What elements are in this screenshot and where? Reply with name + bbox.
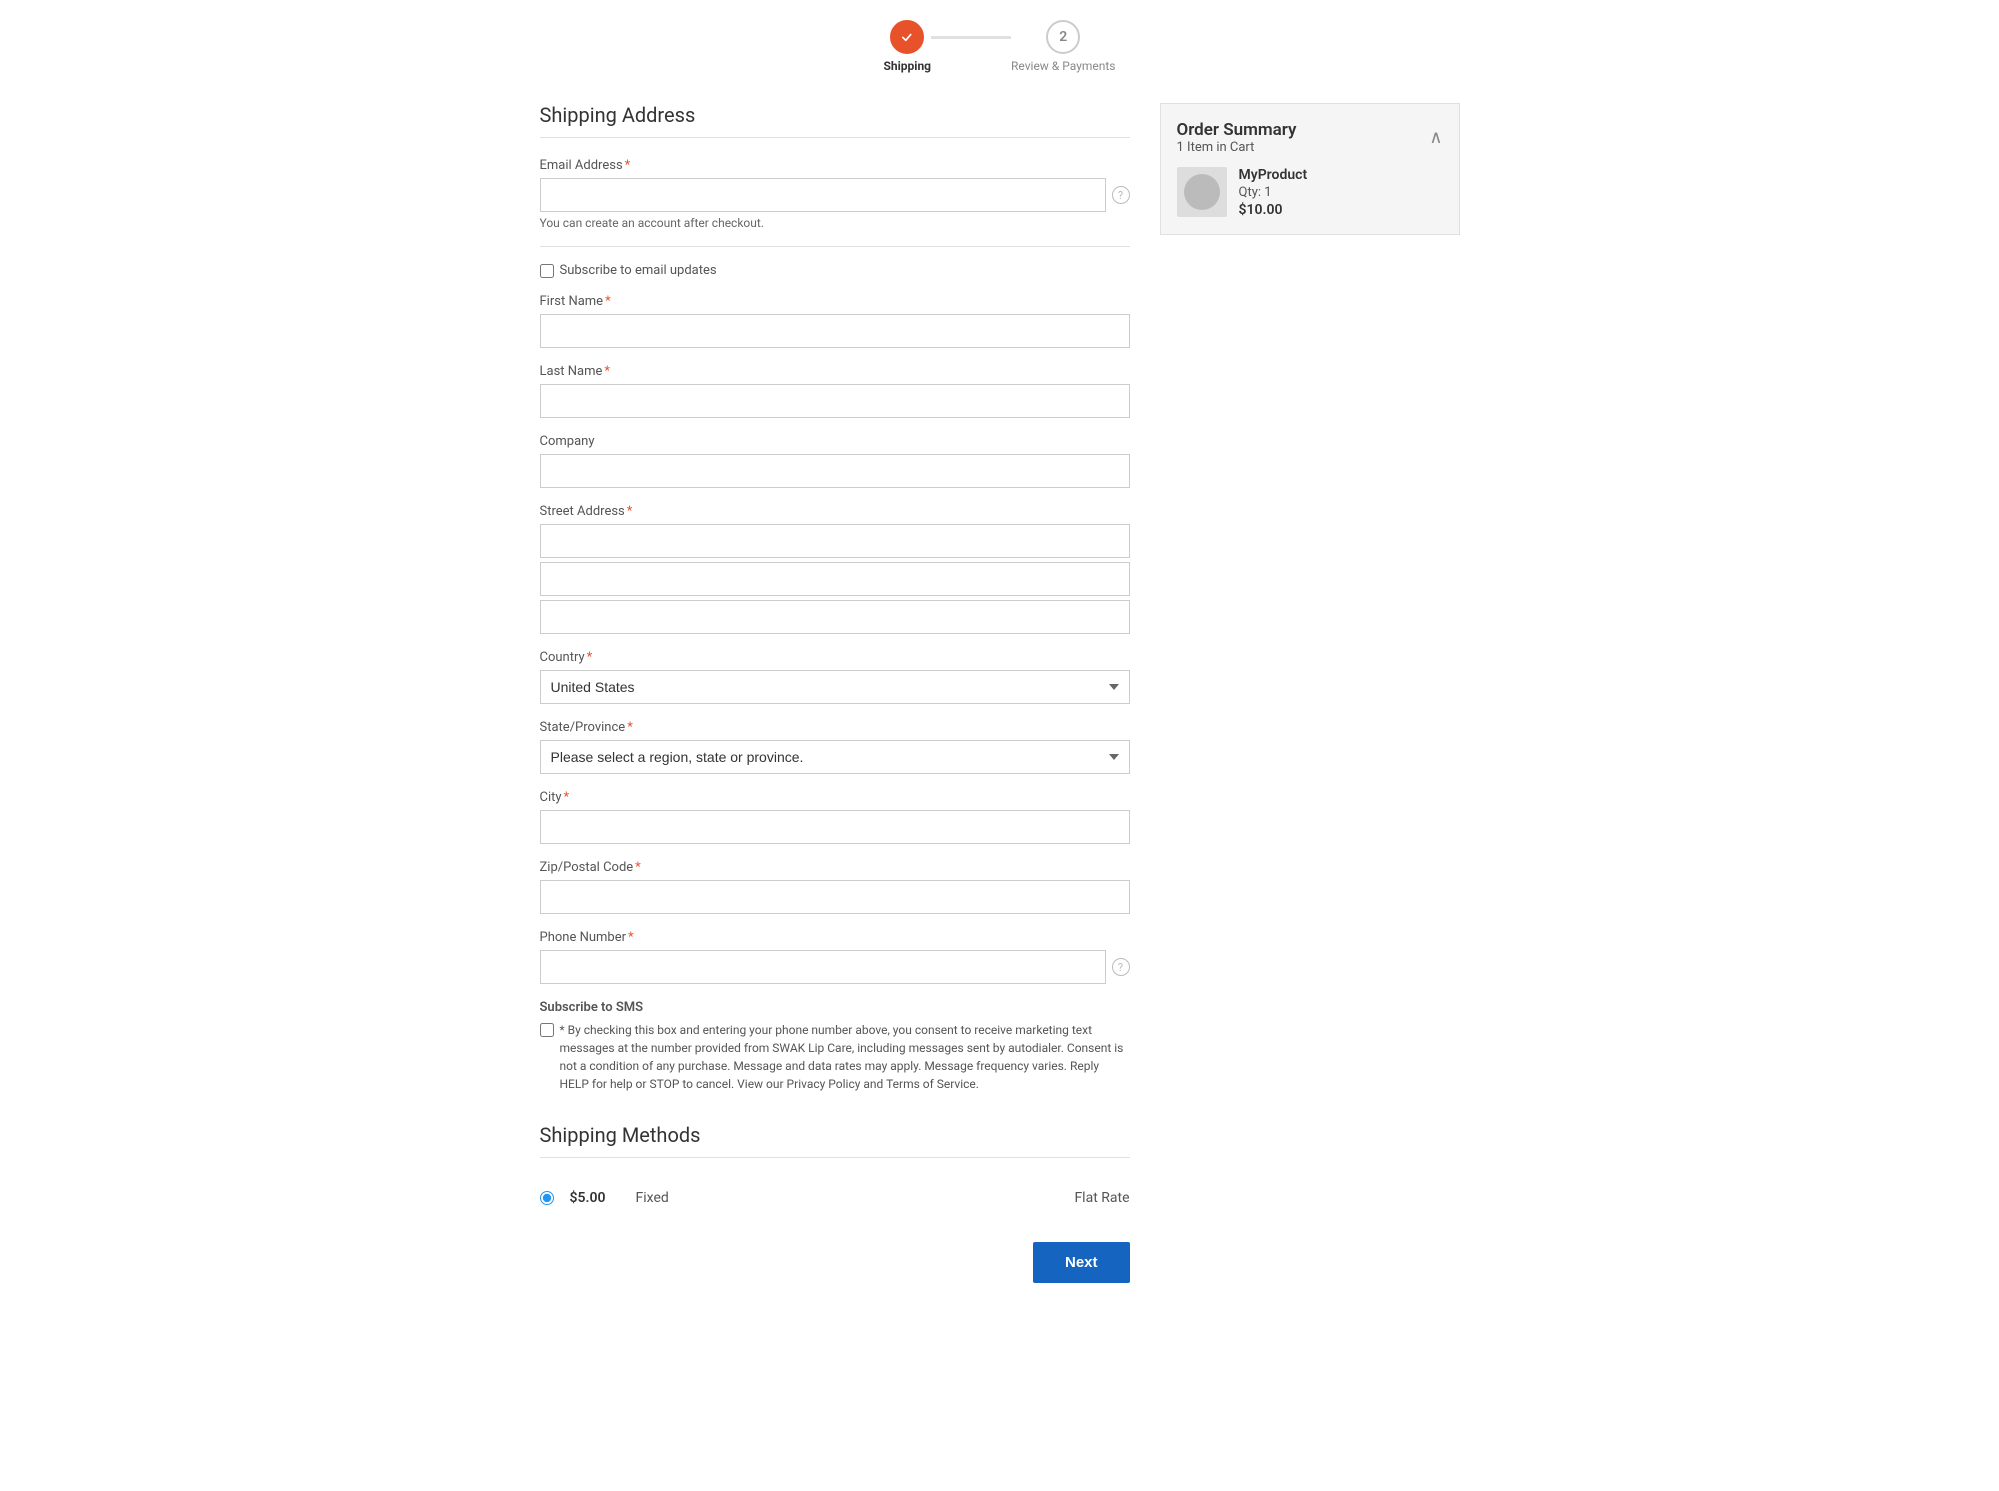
subscribe-email-label[interactable]: Subscribe to email updates <box>560 263 717 278</box>
email-input[interactable] <box>540 178 1106 212</box>
city-label: City* <box>540 790 1130 805</box>
sms-checkbox[interactable] <box>540 1023 554 1037</box>
email-group: Email Address* ? You can create an accou… <box>540 158 1130 230</box>
zip-label: Zip/Postal Code* <box>540 860 1130 875</box>
state-label: State/Province* <box>540 720 1130 735</box>
step-connector <box>931 36 1011 39</box>
company-input[interactable] <box>540 454 1130 488</box>
order-item-image <box>1177 167 1227 217</box>
subscribe-email-group: Subscribe to email updates <box>540 263 1130 278</box>
order-summary-toggle[interactable]: ∧ <box>1429 127 1442 148</box>
shipping-name: Flat Rate <box>1074 1190 1129 1206</box>
shipping-price: $5.00 <box>570 1190 620 1206</box>
zip-group: Zip/Postal Code* <box>540 860 1130 914</box>
shipping-methods-title: Shipping Methods <box>540 1123 1130 1147</box>
street-address-group: Street Address* <box>540 504 1130 634</box>
shipping-radio-flat[interactable] <box>540 1191 554 1205</box>
step-review: 2 Review & Payments <box>1011 20 1115 73</box>
company-label: Company <box>540 434 1130 449</box>
email-help-icon[interactable]: ? <box>1112 186 1130 204</box>
shipping-type: Fixed <box>636 1190 1059 1206</box>
last-name-input[interactable] <box>540 384 1130 418</box>
sub-divider-1 <box>540 246 1130 247</box>
section-divider <box>540 137 1130 138</box>
next-button[interactable]: Next <box>1033 1242 1130 1283</box>
order-summary-sidebar: Order Summary 1 Item in Cart ∧ MyProduct… <box>1160 103 1460 235</box>
next-btn-container: Next <box>540 1242 1130 1283</box>
order-item-name: MyProduct <box>1239 167 1443 183</box>
city-input[interactable] <box>540 810 1130 844</box>
shipping-method-row: $5.00 Fixed Flat Rate <box>540 1178 1130 1218</box>
last-name-group: Last Name* <box>540 364 1130 418</box>
order-summary-subtitle: 1 Item in Cart <box>1177 140 1297 155</box>
last-name-label: Last Name* <box>540 364 1130 379</box>
street-address-input-1[interactable] <box>540 524 1130 558</box>
first-name-input[interactable] <box>540 314 1130 348</box>
sms-checkbox-group: * By checking this box and entering your… <box>540 1021 1130 1093</box>
street-address-input-3[interactable] <box>540 600 1130 634</box>
first-name-group: First Name* <box>540 294 1130 348</box>
step2-circle: 2 <box>1046 20 1080 54</box>
phone-help-icon[interactable]: ? <box>1112 958 1130 976</box>
order-summary-title: Order Summary <box>1177 120 1297 140</box>
shipping-divider <box>540 1157 1130 1158</box>
order-item-price: $10.00 <box>1239 202 1443 218</box>
shipping-address-title: Shipping Address <box>540 103 1130 127</box>
product-thumbnail <box>1184 174 1220 210</box>
company-group: Company <box>540 434 1130 488</box>
order-item-details: MyProduct Qty: 1 $10.00 <box>1239 167 1443 218</box>
street-address-input-2[interactable] <box>540 562 1130 596</box>
step1-label: Shipping <box>883 59 931 73</box>
first-name-label: First Name* <box>540 294 1130 309</box>
city-group: City* <box>540 790 1130 844</box>
step-shipping: Shipping <box>883 20 931 73</box>
email-label: Email Address* <box>540 158 1130 173</box>
progress-bar: Shipping 2 Review & Payments <box>540 20 1460 73</box>
street-address-label: Street Address* <box>540 504 1130 519</box>
country-select[interactable]: United States Canada United Kingdom <box>540 670 1130 704</box>
order-item: MyProduct Qty: 1 $10.00 <box>1177 167 1443 218</box>
phone-input-row: ? <box>540 950 1130 984</box>
sms-section: Subscribe to SMS * By checking this box … <box>540 1000 1130 1093</box>
country-group: Country* United States Canada United Kin… <box>540 650 1130 704</box>
sms-title: Subscribe to SMS <box>540 1000 1130 1015</box>
email-input-row: ? <box>540 178 1130 212</box>
state-select[interactable]: Please select a region, state or provinc… <box>540 740 1130 774</box>
sms-consent-text[interactable]: * By checking this box and entering your… <box>560 1021 1130 1093</box>
step2-label: Review & Payments <box>1011 59 1115 73</box>
country-label: Country* <box>540 650 1130 665</box>
order-summary-header: Order Summary 1 Item in Cart ∧ <box>1177 120 1443 155</box>
step1-circle <box>890 20 924 54</box>
phone-label: Phone Number* <box>540 930 1130 945</box>
phone-group: Phone Number* ? <box>540 930 1130 984</box>
email-hint: You can create an account after checkout… <box>540 216 1130 230</box>
phone-input[interactable] <box>540 950 1106 984</box>
zip-input[interactable] <box>540 880 1130 914</box>
order-summary-box: Order Summary 1 Item in Cart ∧ MyProduct… <box>1160 103 1460 235</box>
state-group: State/Province* Please select a region, … <box>540 720 1130 774</box>
form-section: Shipping Address Email Address* ? You ca… <box>540 103 1130 1283</box>
subscribe-email-checkbox[interactable] <box>540 264 554 278</box>
order-item-qty: Qty: 1 <box>1239 185 1443 200</box>
